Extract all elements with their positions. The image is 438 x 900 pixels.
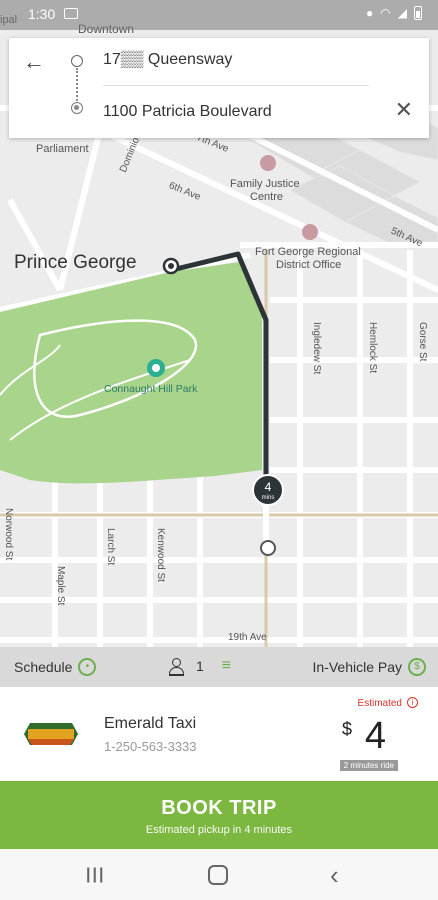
person-icon	[168, 658, 184, 676]
clear-destination-button[interactable]: ✕	[395, 98, 413, 122]
eta-badge: 4 mins	[252, 474, 284, 506]
street-kenwood: Kenwood St	[155, 528, 166, 582]
taxi-option-card[interactable]: Emerald Taxi 1-250-563-3333 Estimated i …	[0, 687, 438, 781]
taxi-phone[interactable]: 1-250-563-3333	[104, 739, 197, 754]
destination-dot-icon	[71, 102, 83, 114]
destination-field[interactable]: 1100 Patricia Boulevard	[103, 103, 272, 121]
payment-method-button[interactable]: In-Vehicle Pay $	[312, 658, 426, 676]
clock-icon: •	[78, 658, 97, 676]
map-label-fort-george: Fort George Regional	[255, 246, 361, 258]
route-card: ← 17▒▒ Queensway 1100 Patricia Boulevard…	[9, 38, 429, 138]
status-time: 1:30	[28, 6, 56, 22]
schedule-label: Schedule	[14, 659, 73, 675]
location-icon: ●	[366, 6, 374, 20]
route-connector	[76, 68, 78, 104]
payment-label: In-Vehicle Pay	[312, 659, 403, 675]
taxi-company-name: Emerald Taxi	[104, 715, 197, 732]
currency-symbol: $	[341, 719, 352, 739]
book-trip-label: BOOK TRIP	[161, 797, 277, 819]
street-maple: Maple St	[55, 566, 66, 606]
street-gorse: Gorse St	[417, 322, 428, 362]
signal-icon: ◢	[397, 6, 407, 20]
schedule-button[interactable]: Schedule •	[14, 658, 97, 676]
city-label: Prince George	[14, 252, 137, 273]
dollar-icon: $	[408, 658, 426, 676]
book-trip-button[interactable]: BOOK TRIP Estimated pickup in 4 minutes	[0, 781, 438, 849]
filter-sliders-icon[interactable]: ≡	[222, 657, 231, 675]
android-nav-bar: ||| ‹	[0, 849, 438, 900]
map-label-family-justice-2: Centre	[250, 191, 284, 203]
back-arrow-icon[interactable]: ←	[23, 50, 49, 74]
system-icons: ● ◠ ◢	[366, 6, 422, 20]
origin-field[interactable]: 17▒▒ Queensway	[103, 51, 232, 69]
street-hemlock: Hemlock St	[367, 322, 378, 374]
divider	[103, 85, 369, 86]
info-icon[interactable]: i	[407, 697, 418, 708]
wifi-icon: ◠	[380, 6, 391, 20]
home-icon[interactable]	[208, 865, 228, 885]
estimated-label: Estimated	[357, 698, 402, 709]
trip-options-bar: Schedule • 1 ≡ In-Vehicle Pay $	[0, 647, 438, 687]
street-ingledew: Ingledew St	[311, 322, 322, 375]
park-label: Connaught Hill Park	[104, 383, 198, 395]
back-chevron-icon[interactable]: ‹	[330, 860, 339, 891]
passenger-count: 1	[196, 658, 204, 674]
ride-duration-badge: 2 minutes ride	[339, 760, 398, 771]
pickup-estimate: Estimated pickup in 4 minutes	[145, 824, 293, 836]
recent-apps-icon[interactable]: |||	[86, 866, 105, 884]
map-label-family-justice: Family Justice	[230, 178, 300, 190]
origin-dot-icon	[71, 55, 83, 67]
street-larch: Larch St	[105, 528, 116, 566]
eta-unit: mins	[261, 495, 275, 501]
eta-value: 4	[264, 480, 272, 494]
fare-estimate: 4	[364, 715, 386, 757]
street-norwood: Norwood St	[3, 508, 14, 561]
street-19th-ave: 19th Ave	[228, 632, 267, 643]
map-label-parliament: Parliament	[36, 143, 89, 155]
gallery-notification-icon	[64, 8, 78, 19]
map-label-fort-george-2: District Office	[276, 259, 342, 271]
battery-icon	[414, 6, 422, 20]
status-bar: 1:30 ● ◠ ◢	[0, 0, 438, 30]
passenger-selector[interactable]: 1 ≡	[168, 657, 231, 676]
emerald-taxi-logo	[24, 723, 78, 745]
